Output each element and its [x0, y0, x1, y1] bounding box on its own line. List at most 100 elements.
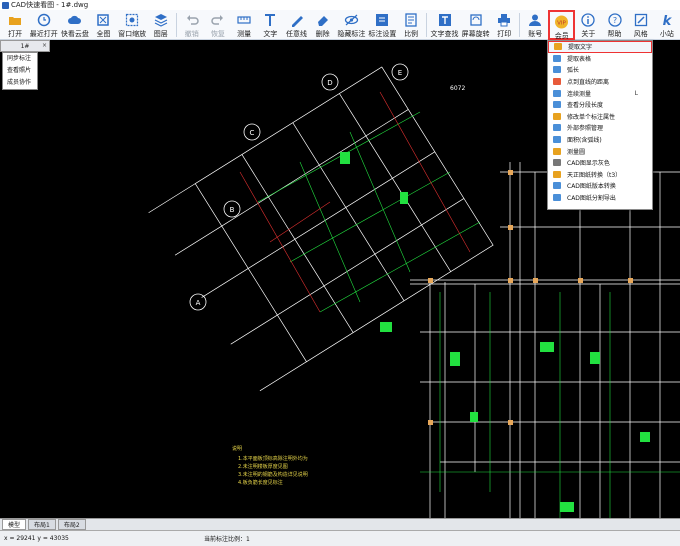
- print-button[interactable]: 打印: [491, 10, 517, 40]
- text-icon: [263, 13, 278, 27]
- svg-text:k: k: [663, 14, 673, 27]
- xref-icon: [553, 124, 561, 132]
- text-button[interactable]: 文字: [257, 10, 283, 40]
- freeline-icon: [289, 13, 304, 27]
- hide-annotation-button[interactable]: 隐藏标注: [336, 10, 367, 40]
- redo-button[interactable]: 恢复: [205, 10, 231, 40]
- freeline-button[interactable]: 任意线: [283, 10, 309, 40]
- tangent-convert-icon: [553, 170, 561, 178]
- notes-line: 3.未注明的钢筋及构造详见说明: [238, 471, 308, 478]
- scale-icon: [404, 13, 419, 27]
- axis-bubble-label: B: [230, 206, 235, 214]
- view-photos-item[interactable]: 查看照片: [3, 65, 37, 77]
- station-button[interactable]: k 小站: [654, 10, 680, 40]
- point-line-distance-icon: [553, 78, 561, 86]
- k-station-icon: k: [659, 13, 674, 27]
- menu-item-tangent-convert[interactable]: 天正图纸转换（t3）: [548, 169, 652, 181]
- axis-bubble-label: E: [398, 69, 402, 77]
- extract-table-icon: [553, 54, 561, 62]
- sync-annotation-item[interactable]: 同步标注: [3, 53, 37, 65]
- menu-item-measure-circle[interactable]: 测量圆: [548, 145, 652, 157]
- main-toolbar: 打开 最近打开 快看云盘 全图 窗口缩放 图层 撤销 恢复 测量 文字 任意线: [0, 10, 680, 40]
- text-search-icon: [437, 13, 452, 27]
- user-icon: [528, 13, 543, 27]
- menu-item-extract-text[interactable]: 提取文字: [548, 41, 652, 53]
- cloud-icon: [67, 13, 82, 27]
- tab-layout1[interactable]: 布局1: [28, 519, 56, 530]
- menu-item-gray-display[interactable]: CAD图显示灰色: [548, 157, 652, 169]
- folder-open-icon: [8, 13, 23, 27]
- edit-annotation-icon: [553, 112, 561, 120]
- help-icon: ?: [607, 13, 622, 27]
- segment-length-icon: [553, 101, 561, 109]
- axis-bubbles: A B C D E: [189, 63, 409, 311]
- toolbar-divider: [519, 13, 521, 37]
- help-button[interactable]: ? 帮助: [601, 10, 627, 40]
- annotation-settings-button[interactable]: 标注设置: [367, 10, 398, 40]
- window-zoom-icon: [125, 13, 140, 27]
- window-zoom-button[interactable]: 窗口缩放: [117, 10, 148, 40]
- notes-line: 4.板负筋长度见标注: [238, 479, 283, 486]
- window-title: CAD快速看图 - 1#.dwg: [11, 1, 89, 9]
- status-bar: x = 29241 y = 43035 当前标注比例：1: [0, 530, 680, 546]
- member-collab-item[interactable]: 成员协作: [3, 77, 37, 89]
- layers-icon: [153, 13, 168, 27]
- side-menu: 同步标注 查看照片 成员协作: [2, 52, 38, 90]
- document-tab[interactable]: 1# ×: [0, 40, 50, 52]
- layers-button[interactable]: 图层: [148, 10, 174, 40]
- menu-item-point-line-distance[interactable]: 点到直线的距离: [548, 76, 652, 88]
- menu-item-area-arc[interactable]: 面积(含弧线): [548, 134, 652, 146]
- info-icon: [581, 13, 596, 27]
- toolbar-divider: [175, 13, 177, 37]
- menu-item-segment-length[interactable]: 查看分段长度: [548, 99, 652, 111]
- menu-item-version-convert[interactable]: CAD图纸版本转换: [548, 180, 652, 192]
- arc-length-icon: [553, 66, 561, 74]
- svg-text:VIP: VIP: [557, 20, 566, 26]
- app-logo-icon: [2, 1, 9, 9]
- measure-icon: [237, 13, 252, 27]
- axis-bubble-label: A: [196, 299, 201, 307]
- notes-line: 1.本平面板顶标高除注明外均为: [238, 455, 308, 462]
- extract-text-icon: [554, 43, 562, 51]
- about-button[interactable]: 关于: [575, 10, 601, 40]
- account-button[interactable]: 账号: [522, 10, 548, 40]
- annotation-scale-readout: 当前标注比例：1: [204, 536, 250, 543]
- menu-item-edit-annotation[interactable]: 修改单个标注属性: [548, 111, 652, 123]
- scale-button[interactable]: 比例: [398, 10, 424, 40]
- full-view-button[interactable]: 全图: [90, 10, 116, 40]
- recent-open-button[interactable]: 最近打开: [28, 10, 59, 40]
- coordinate-readout: x = 29241 y = 43035: [4, 535, 69, 542]
- notes-line: 2.未注明楼板厚度见图: [238, 463, 288, 470]
- close-icon[interactable]: ×: [42, 42, 47, 49]
- cloud-drive-button[interactable]: 快看云盘: [59, 10, 90, 40]
- tab-model[interactable]: 模型: [2, 519, 27, 530]
- screen-rotate-button[interactable]: 屏幕旋转: [460, 10, 491, 40]
- text-search-button[interactable]: 文字查找: [429, 10, 460, 40]
- split-export-icon: [553, 194, 561, 202]
- style-icon: [633, 13, 648, 27]
- delete-button[interactable]: 删除: [310, 10, 336, 40]
- menu-item-continuous-measure[interactable]: 连续测量 L: [548, 87, 652, 99]
- menu-item-split-export[interactable]: CAD图纸分割导出: [548, 192, 652, 204]
- notes-title: 说明: [232, 445, 242, 452]
- undo-button[interactable]: 撤销: [179, 10, 205, 40]
- measure-button[interactable]: 测量: [231, 10, 257, 40]
- vip-button[interactable]: VIP 会员: [548, 10, 576, 40]
- menu-item-extract-table[interactable]: 提取表格: [548, 53, 652, 65]
- area-arc-icon: [553, 136, 561, 144]
- axis-bubble-label: C: [250, 129, 255, 137]
- tab-layout2[interactable]: 布局2: [57, 519, 86, 530]
- open-button[interactable]: 打开: [2, 10, 28, 40]
- style-button[interactable]: 风格: [628, 10, 654, 40]
- menu-item-xref-manage[interactable]: 外部参照管理: [548, 122, 652, 134]
- rotate-icon: [468, 13, 483, 27]
- vip-dropdown-menu: 提取文字 提取表格 弧长 点到直线的距离 连续测量 L 查看分段长度 修改单个标…: [547, 40, 653, 210]
- continuous-measure-icon: [553, 89, 561, 97]
- shortcut-label: L: [634, 89, 638, 97]
- svg-text:?: ?: [612, 16, 616, 25]
- axis-bubble-label: D: [327, 79, 332, 87]
- drawing-notes: 说明 1.本平面板顶标高除注明外均为 2.未注明楼板厚度见图 3.未注明的钢筋及…: [232, 445, 308, 486]
- gray-display-icon: [553, 159, 561, 167]
- menu-item-arc-length[interactable]: 弧长: [548, 64, 652, 76]
- eraser-icon: [315, 13, 330, 27]
